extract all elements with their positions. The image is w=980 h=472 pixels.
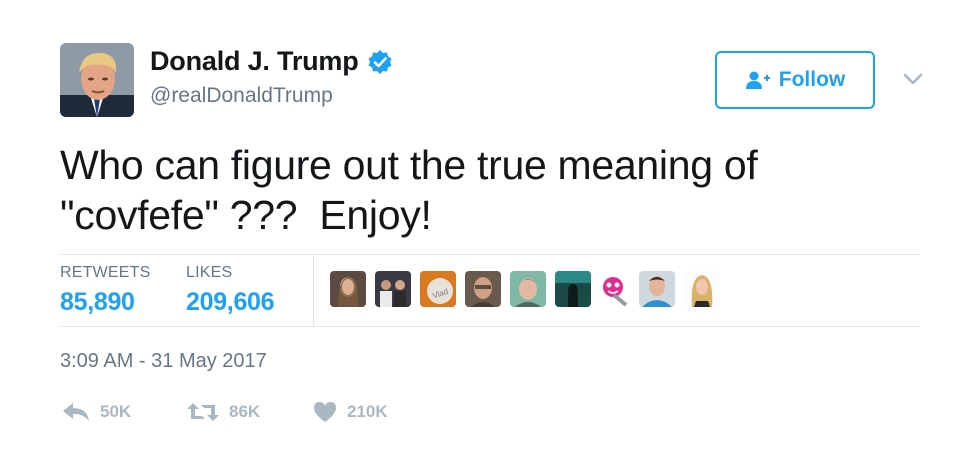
chevron-down-icon[interactable] bbox=[903, 72, 923, 86]
add-user-icon bbox=[745, 71, 770, 89]
reply-button[interactable]: 50K bbox=[62, 401, 131, 423]
follow-button[interactable]: Follow bbox=[715, 51, 875, 109]
likes-stat[interactable]: LIKES 209,606 bbox=[186, 264, 275, 317]
reply-icon bbox=[63, 403, 89, 421]
tweet-card: Donald J. Trump @realDonaldTrump Follow … bbox=[0, 0, 980, 472]
divider bbox=[60, 326, 920, 327]
likes-label: LIKES bbox=[186, 264, 233, 281]
author-display-name[interactable]: Donald J. Trump bbox=[150, 46, 359, 77]
liker-avatar[interactable] bbox=[465, 271, 501, 307]
liker-avatar[interactable] bbox=[510, 271, 546, 307]
follow-button-label: Follow bbox=[778, 68, 846, 91]
tweet-text: Who can figure out the true meaning of "… bbox=[60, 142, 758, 238]
retweets-label: RETWEETS bbox=[60, 264, 151, 281]
likes-count: 209,606 bbox=[186, 288, 275, 316]
like-button[interactable]: 210K bbox=[313, 401, 388, 423]
liker-avatar[interactable] bbox=[375, 271, 411, 307]
divider bbox=[60, 254, 920, 255]
verified-badge-icon bbox=[367, 49, 393, 75]
author-name-row[interactable]: Donald J. Trump bbox=[150, 46, 393, 77]
liker-avatar[interactable] bbox=[639, 271, 675, 307]
avatar[interactable] bbox=[60, 43, 134, 117]
retweet-count: 86K bbox=[229, 402, 261, 421]
retweet-button[interactable]: 86K bbox=[187, 401, 260, 423]
liker-avatar[interactable] bbox=[600, 271, 630, 307]
liker-avatar[interactable] bbox=[330, 271, 366, 307]
liker-avatar[interactable] bbox=[684, 271, 720, 307]
author-handle[interactable]: @realDonaldTrump bbox=[150, 84, 333, 108]
like-count: 210K bbox=[347, 402, 388, 421]
likers-avatars: Vlad bbox=[330, 271, 729, 307]
liker-avatar[interactable] bbox=[555, 271, 591, 307]
heart-icon bbox=[314, 402, 336, 422]
retweets-stat[interactable]: RETWEETS 85,890 bbox=[60, 264, 151, 317]
tweet-timestamp[interactable]: 3:09 AM - 31 May 2017 bbox=[60, 350, 267, 373]
retweets-count: 85,890 bbox=[60, 288, 135, 316]
stats-divider bbox=[313, 255, 314, 327]
reply-count: 50K bbox=[100, 402, 132, 421]
retweet-icon bbox=[187, 403, 219, 421]
liker-avatar[interactable]: Vlad bbox=[420, 271, 456, 307]
